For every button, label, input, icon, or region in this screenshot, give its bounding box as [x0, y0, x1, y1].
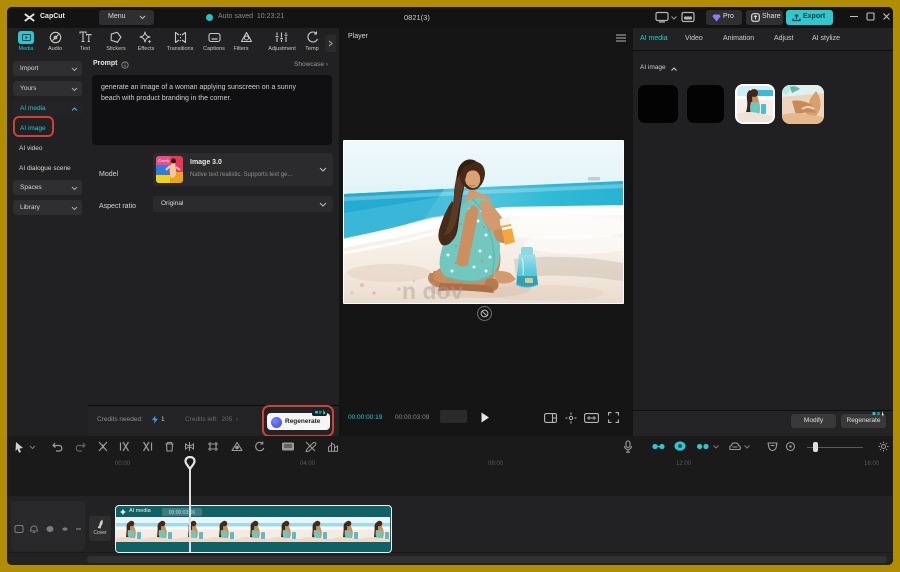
svg-text:00:00:03:06: 00:00:03:06	[169, 510, 196, 516]
svg-text:Comfy: Comfy	[158, 158, 170, 163]
svg-text:n dov: n dov	[402, 278, 464, 303]
